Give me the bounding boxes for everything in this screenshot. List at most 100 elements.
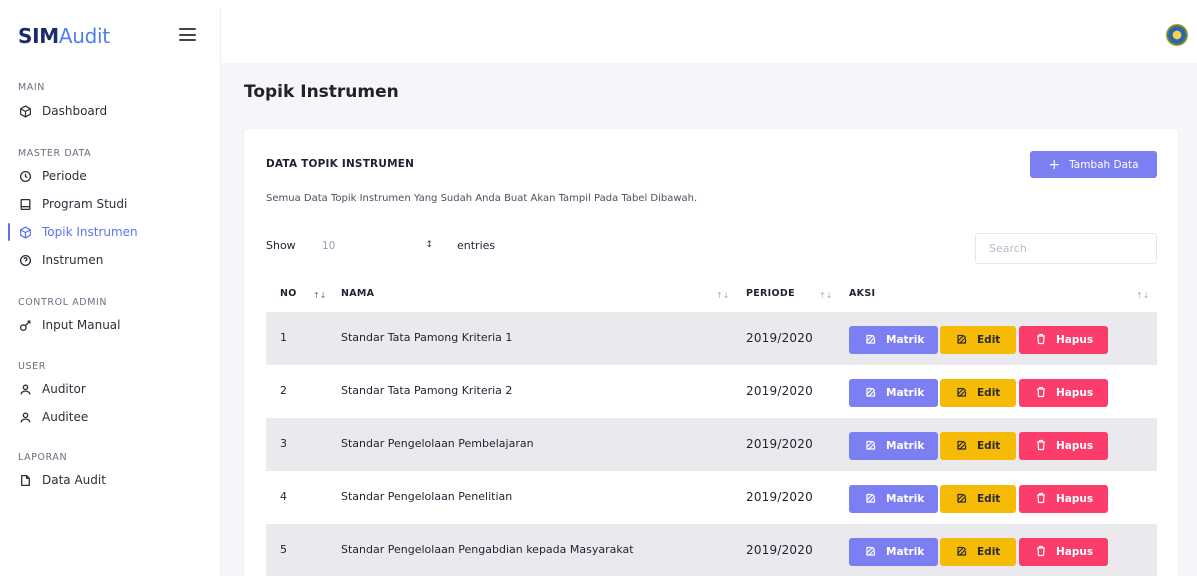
menu-toggle-icon[interactable] <box>179 28 196 41</box>
matrik-button[interactable]: Matrik <box>849 379 938 407</box>
cell-periode: 2019/2020 <box>746 331 813 345</box>
delete-button[interactable]: Hapus <box>1019 485 1108 513</box>
section-title: LAPORAN <box>18 452 68 463</box>
show-label: Show <box>266 239 296 252</box>
matrik-button[interactable]: Matrik <box>849 485 938 513</box>
edit-button[interactable]: Edit <box>940 432 1016 460</box>
sort-icon[interactable]: ↑↓ <box>313 291 326 300</box>
cell-nama: Standar Pengelolaan Penelitian <box>341 490 513 503</box>
cube-icon <box>18 104 32 118</box>
sidebar-item-dashboard[interactable]: Dashboard <box>0 97 221 125</box>
cell-periode: 2019/2020 <box>746 490 813 504</box>
sidebar-item-program-studi[interactable]: Program Studi <box>0 190 221 218</box>
matrik-button[interactable]: Matrik <box>849 326 938 354</box>
sidebar-item-label: Instrumen <box>42 253 104 267</box>
cell-no: 4 <box>280 490 287 503</box>
entries-value: 10 <box>322 240 336 252</box>
matrik-label: Matrik <box>886 440 925 452</box>
delete-button[interactable]: Hapus <box>1019 379 1108 407</box>
delete-button[interactable]: Hapus <box>1019 432 1108 460</box>
sort-icon[interactable]: ↑↓ <box>819 291 832 300</box>
sidebar-item-topik-instrumen[interactable]: Topik Instrumen <box>0 218 221 246</box>
cell-nama: Standar Tata Pamong Kriteria 1 <box>341 331 513 344</box>
column-header-aksi[interactable]: AKSI <box>849 288 875 299</box>
clock-icon <box>18 169 32 183</box>
nav-section-main: MAIN Dashboard <box>0 82 221 125</box>
entries-label: entries <box>457 239 496 252</box>
hapus-label: Hapus <box>1056 546 1094 558</box>
sidebar-item-auditor[interactable]: Auditor <box>0 375 221 403</box>
cell-no: 5 <box>280 543 287 556</box>
sidebar-item-instrumen[interactable]: Instrumen <box>0 246 221 274</box>
table-row: 1 Standar Tata Pamong Kriteria 1 2019/2020… <box>266 312 1157 365</box>
section-title: MASTER DATA <box>18 148 92 159</box>
delete-button[interactable]: Hapus <box>1019 326 1108 354</box>
trash-icon <box>1035 545 1056 560</box>
table-header: NO ↑↓ NAMA ↑↓ PERIODE ↑↓ AKSI ↑↓ <box>266 279 1157 311</box>
nav-section-laporan: LAPORAN Data Audit <box>0 452 221 494</box>
matrik-button[interactable]: Matrik <box>849 538 938 566</box>
hapus-label: Hapus <box>1056 334 1094 346</box>
table-row: 3 Standar Pengelolaan Pembelajaran 2019/20… <box>266 418 1157 471</box>
sidebar-item-label: Input Manual <box>42 318 121 332</box>
trash-icon <box>1035 333 1056 348</box>
section-title: USER <box>18 361 46 372</box>
card-subtitle: Semua Data Topik Instrumen Yang Sudah An… <box>266 193 698 204</box>
edit-button[interactable]: Edit <box>940 379 1016 407</box>
key-icon <box>18 318 32 332</box>
user-icon <box>18 382 32 396</box>
entries-select[interactable]: 10 ↕ <box>310 233 447 259</box>
edit-icon <box>956 545 977 560</box>
edit-button[interactable]: Edit <box>940 538 1016 566</box>
cell-periode: 2019/2020 <box>746 437 813 451</box>
edit-icon <box>865 386 886 401</box>
cell-periode: 2019/2020 <box>746 543 813 557</box>
sidebar-item-label: Topik Instrumen <box>42 225 138 239</box>
app-logo[interactable]: SIMAudit <box>18 24 110 48</box>
nav-section-master-data: MASTER DATA Periode Program Studi Topik … <box>0 148 221 274</box>
nav-section-user: USER Auditor Auditee <box>0 361 221 431</box>
table-row: 4 Standar Pengelolaan Penelitian 2019/2020… <box>266 471 1157 524</box>
sidebar-item-label: Periode <box>42 169 87 183</box>
cell-nama: Standar Tata Pamong Kriteria 2 <box>341 384 513 397</box>
sidebar-item-auditee[interactable]: Auditee <box>0 403 221 431</box>
search-input[interactable] <box>975 233 1157 264</box>
section-title: CONTROL ADMIN <box>18 297 108 308</box>
edit-label: Edit <box>977 546 1001 558</box>
section-title: MAIN <box>18 82 46 93</box>
matrik-button[interactable]: Matrik <box>849 432 938 460</box>
column-header-no[interactable]: NO <box>280 288 297 299</box>
table-row: 2 Standar Tata Pamong Kriteria 2 2019/2020… <box>266 365 1157 418</box>
trash-icon <box>1035 386 1056 401</box>
sidebar-item-label: Data Audit <box>42 473 106 487</box>
card-title: DATA TOPIK INSTRUMEN <box>266 158 415 170</box>
user-icon <box>18 410 32 424</box>
add-data-button[interactable]: + Tambah Data <box>1030 151 1157 178</box>
sidebar-item-label: Auditee <box>42 410 89 424</box>
user-avatar[interactable] <box>1166 24 1188 46</box>
edit-label: Edit <box>977 334 1001 346</box>
matrik-label: Matrik <box>886 493 925 505</box>
edit-button[interactable]: Edit <box>940 326 1016 354</box>
cell-nama: Standar Pengelolaan Pembelajaran <box>341 437 534 450</box>
column-header-nama[interactable]: NAMA <box>341 288 374 299</box>
trash-icon <box>1035 439 1056 454</box>
sidebar-item-label: Program Studi <box>42 197 128 211</box>
column-header-periode[interactable]: PERIODE <box>746 288 795 299</box>
sort-icon[interactable]: ↑↓ <box>716 291 729 300</box>
edit-icon <box>956 492 977 507</box>
sidebar-item-input-manual[interactable]: Input Manual <box>0 311 221 339</box>
edit-button[interactable]: Edit <box>940 485 1016 513</box>
topbar <box>221 8 1197 63</box>
file-icon <box>18 473 32 487</box>
cube-icon <box>18 225 32 239</box>
trash-icon <box>1035 492 1056 507</box>
sort-icon[interactable]: ↑↓ <box>1136 291 1149 300</box>
sidebar-item-periode[interactable]: Periode <box>0 162 221 190</box>
hapus-label: Hapus <box>1056 440 1094 452</box>
edit-icon <box>865 439 886 454</box>
sidebar-item-data-audit[interactable]: Data Audit <box>0 466 221 494</box>
edit-icon <box>865 333 886 348</box>
delete-button[interactable]: Hapus <box>1019 538 1108 566</box>
cell-no: 2 <box>280 384 287 397</box>
